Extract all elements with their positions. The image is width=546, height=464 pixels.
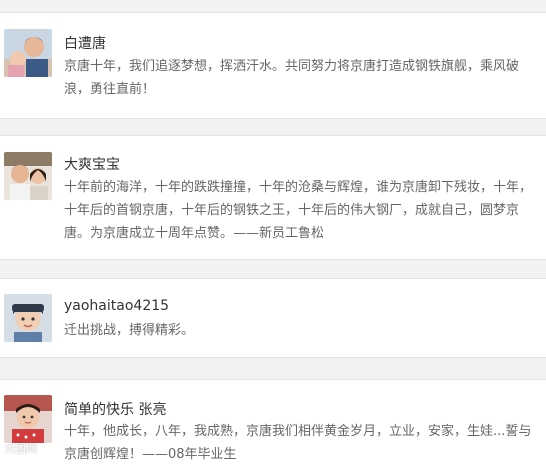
comment-item: 白遭唐 京唐十年，我们追逐梦想，挥洒汗水。共同努力将京唐打造成钢铁旗舰，乘风破浪… bbox=[0, 12, 546, 119]
commenter-name[interactable]: yaohaitao4215 bbox=[64, 298, 169, 314]
comment-item: 简单的快乐 张亮 十年，他成长，八年，我成熟，京唐我们相伴黄金岁月，立业，安家，… bbox=[0, 379, 546, 464]
watermark: 大图网 bbox=[4, 442, 37, 455]
avatar[interactable] bbox=[4, 395, 52, 443]
user-avatar-baby-photo bbox=[4, 294, 52, 342]
avatar[interactable] bbox=[4, 294, 52, 342]
user-avatar-child-photo bbox=[4, 29, 52, 77]
comment-item: yaohaitao4215 迁出挑战，搏得精彩。 bbox=[0, 278, 546, 358]
user-avatar-girl-photo bbox=[4, 395, 52, 443]
user-avatar-couple-photo bbox=[4, 152, 52, 200]
avatar[interactable] bbox=[4, 29, 52, 77]
comment-text: 十年，他成长，八年，我成熟，京唐我们相伴黄金岁月，立业，安家，生娃...誓与京唐… bbox=[64, 424, 532, 462]
commenter-name[interactable]: 白遭唐 bbox=[64, 33, 106, 53]
comment-feed: 白遭唐 京唐十年，我们追逐梦想，挥洒汗水。共同努力将京唐打造成钢铁旗舰，乘风破浪… bbox=[0, 0, 546, 464]
comment-item: 大爽宝宝 十年前的海洋，十年的跌跌撞撞，十年的沧桑与辉煌，谁为京唐卸下残妆，十年… bbox=[0, 135, 546, 260]
commenter-name[interactable]: 大爽宝宝 bbox=[64, 154, 120, 174]
comment-text: 京唐十年，我们追逐梦想，挥洒汗水。共同努力将京唐打造成钢铁旗舰，乘风破浪，勇往直… bbox=[64, 59, 520, 97]
avatar[interactable] bbox=[4, 152, 52, 200]
commenter-name[interactable]: 简单的快乐 张亮 bbox=[64, 399, 166, 419]
comment-text: 迁出挑战，搏得精彩。 bbox=[64, 323, 195, 338]
comment-text: 十年前的海洋，十年的跌跌撞撞，十年的沧桑与辉煌，谁为京唐卸下残妆，十年，十年后的… bbox=[64, 180, 533, 241]
